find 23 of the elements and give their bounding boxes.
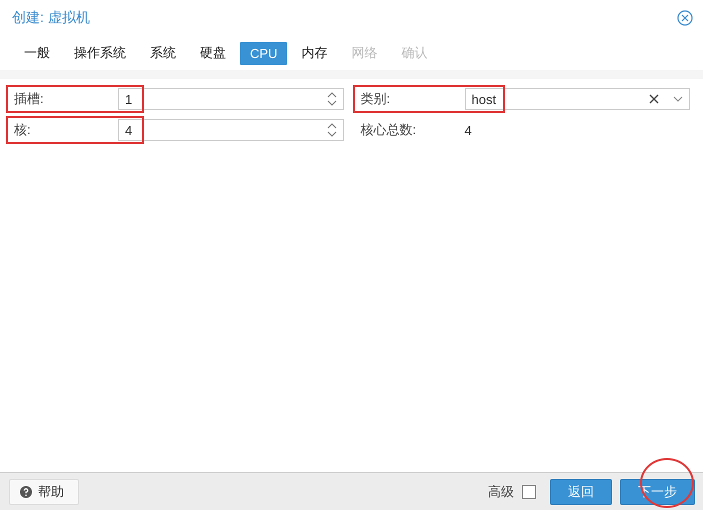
window-title: 创建: 虚拟机 (12, 9, 90, 27)
advanced-checkbox[interactable] (522, 484, 536, 498)
field-label: 核: (13, 121, 32, 139)
help-button[interactable]: 帮助 (9, 478, 79, 504)
field-label: 插槽: (13, 90, 45, 108)
help-icon (20, 486, 32, 498)
field-label: 核心总数: (360, 121, 418, 139)
tab[interactable]: 操作系统 (64, 40, 136, 66)
type-dropdown[interactable]: host (464, 88, 690, 110)
advanced-label: 高级 (488, 482, 514, 500)
tab[interactable]: 内存 (291, 40, 338, 66)
tab[interactable]: 一般 (14, 40, 60, 66)
spinner-arrows-icon[interactable] (326, 91, 336, 107)
number-field[interactable]: 4 (118, 119, 344, 141)
number-field[interactable]: 1 (118, 88, 344, 110)
field-value: 4 (464, 122, 472, 138)
caret-icon[interactable] (673, 96, 683, 102)
tab[interactable]: 硬盘 (190, 40, 236, 66)
clear-icon[interactable] (649, 94, 659, 104)
field-label: 类别: (360, 90, 392, 108)
close-icon[interactable] (677, 10, 693, 26)
spinner-arrows-icon[interactable] (326, 122, 336, 138)
tab[interactable]: 系统 (140, 40, 186, 66)
